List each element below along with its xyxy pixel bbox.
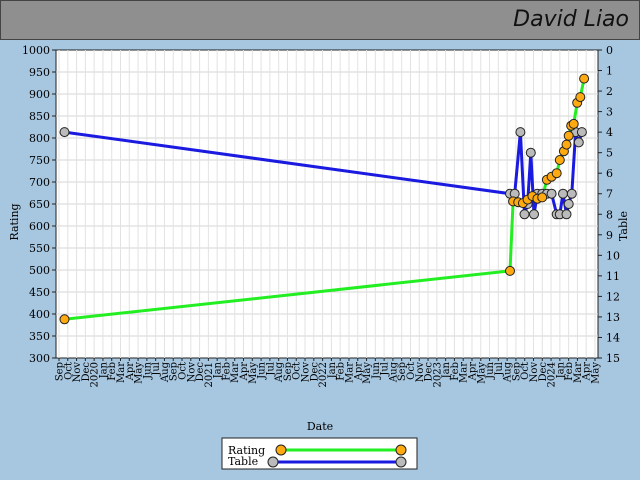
rating-point xyxy=(537,192,548,203)
y-right-tick-label: 3 xyxy=(606,106,613,119)
rating-point xyxy=(551,168,562,179)
y-right-tick-label: 7 xyxy=(606,188,613,201)
table-point xyxy=(515,127,526,138)
y-axis-right-label: Table xyxy=(617,211,630,241)
y-right-tick-label: 15 xyxy=(606,352,620,365)
y-left-tick-label: 850 xyxy=(29,110,50,123)
y-right-tick-label: 8 xyxy=(606,208,613,221)
y-right-tick-label: 2 xyxy=(606,85,613,98)
y-right-tick-label: 4 xyxy=(606,126,613,139)
table-point xyxy=(563,199,574,209)
y-left-tick-label: 950 xyxy=(29,66,50,79)
y-left-tick-label: 650 xyxy=(29,198,50,211)
table-point xyxy=(558,188,568,199)
rating-table-chart: 3003504004505005506006507007508008509009… xyxy=(8,44,630,470)
y-right-tick-label: 0 xyxy=(606,44,613,57)
rating-point xyxy=(563,130,574,141)
y-axis-right: 0123456789101112131415 xyxy=(598,44,620,365)
y-left-tick-label: 800 xyxy=(29,132,50,145)
y-left-tick-label: 500 xyxy=(29,264,50,277)
y-right-tick-label: 9 xyxy=(606,229,613,242)
y-left-tick-label: 550 xyxy=(29,242,50,255)
table-point xyxy=(561,209,572,220)
legend-rating-marker-end xyxy=(395,444,407,456)
rating-point xyxy=(575,92,586,103)
legend: Rating Table xyxy=(221,437,418,470)
y-right-tick-label: 6 xyxy=(606,167,613,180)
y-left-tick-label: 450 xyxy=(29,286,50,299)
legend-table-marker-end xyxy=(395,456,407,468)
y-right-tick-label: 12 xyxy=(606,290,620,303)
table-point xyxy=(519,209,530,220)
rating-point xyxy=(561,139,572,150)
legend-rating-marker xyxy=(275,444,287,456)
table-point xyxy=(576,127,587,138)
chart-window: David Liao 300 350 400 450 500 550 600 650 700 75… xyxy=(0,0,640,480)
y-right-tick-label: 13 xyxy=(606,311,620,324)
y-axis-left: 300 350 400 450 500 550 600 650 700 750 800 850 900 9… xyxy=(22,44,56,365)
table-point xyxy=(59,127,70,138)
y-right-tick-label: 11 xyxy=(606,270,620,283)
table-point xyxy=(573,137,584,148)
x-tick-label: May xyxy=(591,362,602,384)
y-left-tick-label: 1000 xyxy=(22,44,50,57)
table-point xyxy=(525,147,536,158)
y-right-tick-label: 10 xyxy=(606,249,620,262)
y-left-tick-label: 750 xyxy=(29,154,50,167)
legend-table-marker xyxy=(267,456,279,468)
y-right-tick-label: 5 xyxy=(606,147,613,160)
rating-point xyxy=(579,73,590,84)
rating-point xyxy=(59,314,70,325)
x-axis-label: Date xyxy=(307,420,333,433)
x-axis: SepOctNovDec2020JanFebMarAprMayJunJulAug… xyxy=(55,358,602,387)
y-right-tick-label: 1 xyxy=(606,65,613,78)
legend-table-label: Table xyxy=(228,455,258,468)
y-left-tick-label: 700 xyxy=(29,176,50,189)
table-point xyxy=(546,188,557,199)
y-left-tick-label: 900 xyxy=(29,88,50,101)
y-left-tick-label: 400 xyxy=(29,308,50,321)
y-left-tick-label: 350 xyxy=(29,330,50,343)
y-right-tick-label: 14 xyxy=(606,331,620,344)
rating-point xyxy=(554,155,565,165)
y-axis-left-label: Rating xyxy=(8,203,21,240)
y-left-tick-label: 300 xyxy=(29,352,50,365)
table-point xyxy=(529,209,539,220)
table-point xyxy=(566,188,577,199)
rating-point xyxy=(505,265,515,276)
rating-point xyxy=(568,118,579,129)
y-left-tick-label: 600 xyxy=(29,220,50,233)
